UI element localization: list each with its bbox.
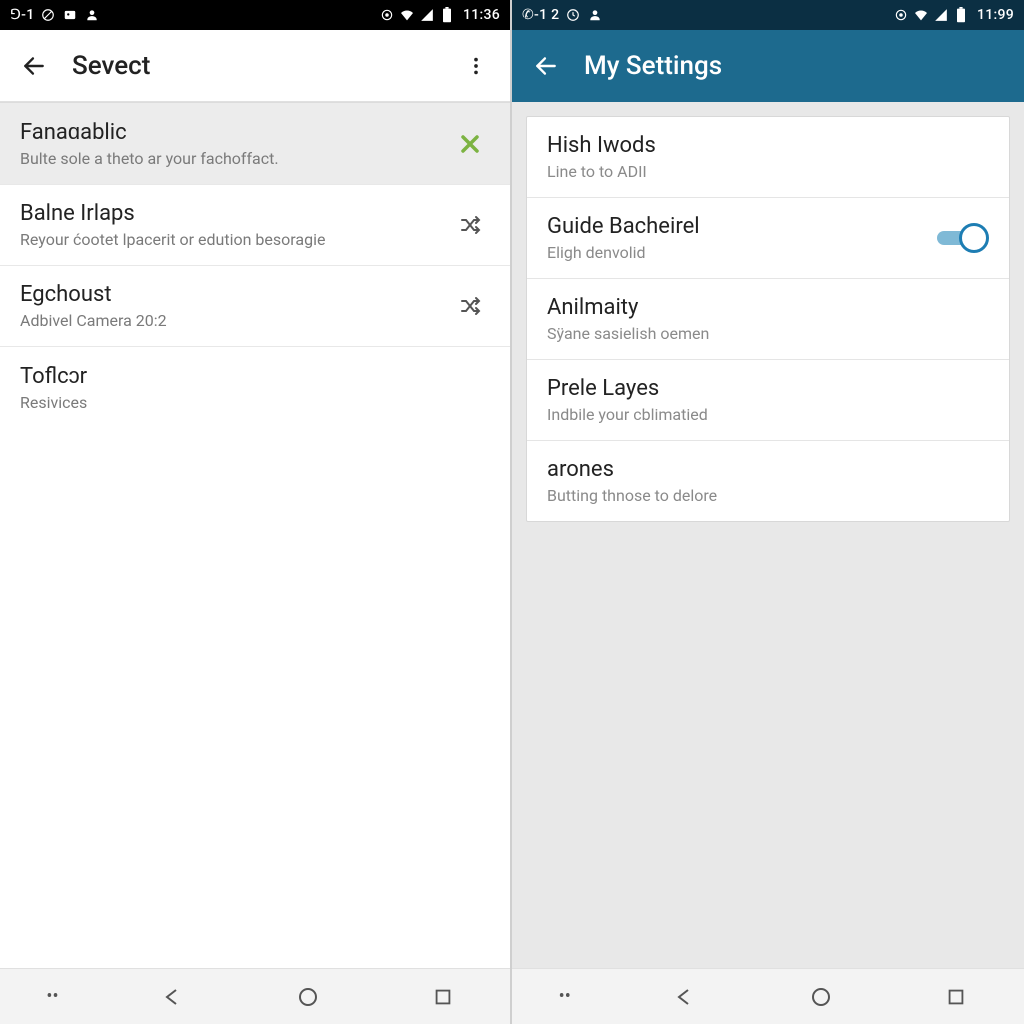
battery-icon [439, 7, 455, 23]
settings-item-title: arones [547, 457, 989, 482]
settings-item[interactable]: Anilmaity Sÿane sasielish oemen [527, 279, 1009, 360]
list-item[interactable]: Egchoust Adbivel Camera 20:2 [0, 266, 510, 347]
navbar-right: •• [512, 968, 1024, 1024]
battery-icon [953, 7, 969, 23]
status-bar-right: ✆-1 2 11:99 [512, 0, 1024, 30]
nav-recents-dots[interactable]: •• [38, 986, 68, 1007]
list-item-subtitle: Resivices [20, 393, 490, 412]
settings-item-title: Prele Layes [547, 376, 989, 401]
settings-item[interactable]: Hish Iwods Line to to ADII [527, 117, 1009, 198]
phone-right: ✆-1 2 11:99 My Settings His [512, 0, 1024, 1024]
target-icon [379, 7, 395, 23]
toggle-switch[interactable] [933, 223, 989, 253]
status-network-text: ✆-1 2 [522, 7, 559, 23]
list-item-subtitle: Adbivel Camera 20:2 [20, 311, 440, 330]
settings-item-title: Hish Iwods [547, 133, 989, 158]
content-right: Hish Iwods Line to to ADII Guide Bacheir… [512, 102, 1024, 968]
list-item[interactable]: Toflcɔr Resivices [0, 347, 510, 428]
settings-item-subtitle: Eligh denvolid [547, 243, 923, 262]
nav-overview-button[interactable] [926, 977, 986, 1017]
list-item-subtitle: Reyour ćootet lpacerit or edution besora… [20, 230, 440, 249]
list-item-title: Toflcɔr [20, 363, 490, 389]
settings-item-subtitle: Line to to ADII [547, 162, 989, 181]
settings-item-subtitle: Butting thnose to delore [547, 486, 989, 505]
nav-recents-dots[interactable]: •• [550, 986, 580, 1007]
wifi-icon [399, 7, 415, 23]
list-item-title: Fanaɑablic [20, 119, 440, 145]
settings-item-subtitle: Indbile your cblimatied [547, 405, 989, 424]
person-icon [587, 7, 603, 23]
list-left: Fanaɑablic Bulte sole a theto ar your fa… [0, 102, 510, 968]
back-button[interactable] [14, 46, 54, 86]
person-icon [84, 7, 100, 23]
list-item[interactable]: Fanaɑablic Bulte sole a theto ar your fa… [0, 102, 510, 185]
status-time: 11:36 [463, 7, 500, 23]
check-icon [450, 130, 490, 158]
dnd-icon [40, 7, 56, 23]
settings-item[interactable]: Prele Layes Indbile your cblimatied [527, 360, 1009, 441]
nav-home-button[interactable] [791, 977, 851, 1017]
list-item-title: Balne Irlaps [20, 201, 440, 226]
nav-home-button[interactable] [278, 977, 338, 1017]
settings-item-title: Guide Bacheirel [547, 214, 923, 239]
settings-item-subtitle: Sÿane sasielish oemen [547, 324, 989, 343]
list-item-title: Egchoust [20, 282, 440, 307]
settings-item[interactable]: Guide Bacheirel Eligh denvolid [527, 198, 1009, 279]
signal-icon [419, 7, 435, 23]
clock-icon [565, 7, 581, 23]
list-item[interactable]: Balne Irlaps Reyour ćootet lpacerit or e… [0, 185, 510, 266]
settings-item-title: Anilmaity [547, 295, 989, 320]
list-item-subtitle: Bulte sole a theto ar your fachoffact. [20, 149, 440, 168]
appbar-title: Sevect [72, 51, 456, 81]
status-bar-left: ⅁-1 11:36 [0, 0, 510, 30]
shuffle-icon [450, 213, 490, 237]
target-icon [893, 7, 909, 23]
settings-item[interactable]: arones Butting thnose to delore [527, 441, 1009, 521]
appbar-right: My Settings [512, 30, 1024, 102]
wifi-icon [913, 7, 929, 23]
nav-back-button[interactable] [655, 977, 715, 1017]
back-button[interactable] [526, 46, 566, 86]
photo-icon [62, 7, 78, 23]
status-time: 11:99 [977, 7, 1014, 23]
signal-icon [933, 7, 949, 23]
appbar-title: My Settings [584, 51, 1010, 81]
navbar-left: •• [0, 968, 510, 1024]
status-network-text: ⅁-1 [10, 7, 34, 23]
settings-card: Hish Iwods Line to to ADII Guide Bacheir… [526, 116, 1010, 522]
nav-overview-button[interactable] [413, 977, 473, 1017]
shuffle-icon [450, 294, 490, 318]
appbar-left: Sevect [0, 30, 510, 102]
phone-left: ⅁-1 11:36 Sevect [0, 0, 512, 1024]
nav-back-button[interactable] [143, 977, 203, 1017]
overflow-menu-button[interactable] [456, 46, 496, 86]
